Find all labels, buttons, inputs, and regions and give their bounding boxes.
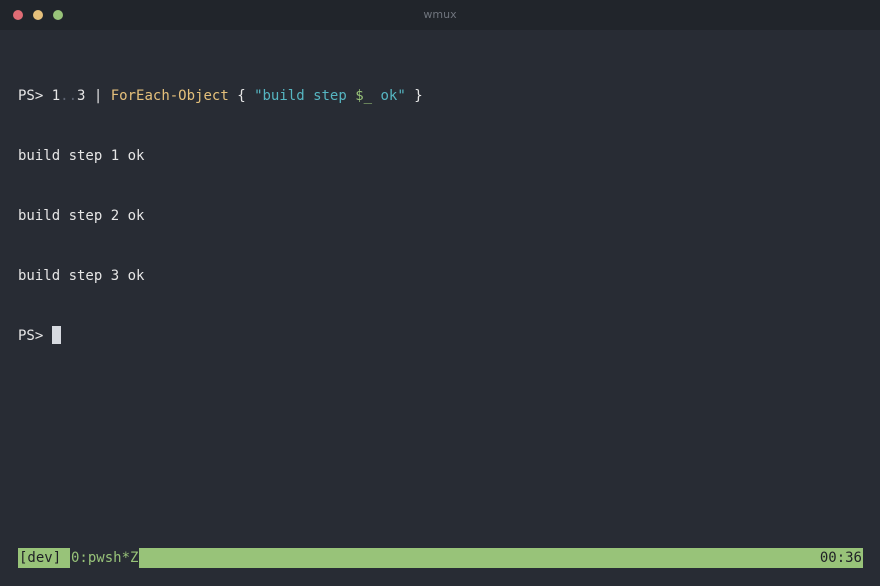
string-start: "build step [254,88,356,104]
close-brace: } [405,88,423,104]
pipeline-variable: $_ [355,88,373,104]
output-line: build step 1 ok [18,148,145,164]
text-cursor [51,326,61,344]
command-line: PS> 1..3 | ForEach-Object { "build step … [18,86,868,106]
session-name[interactable]: [dev] [18,548,63,568]
terminal-window: wmux PS> 1..3 | ForEach-Object { "build … [0,0,880,586]
output-line: build step 3 ok [18,268,145,284]
cmdlet-name: ForEach-Object [110,88,229,104]
prompt: PS> [18,328,52,344]
window-title: wmux [423,8,457,21]
string-end: ok" [372,88,406,104]
pipe-operator: | [85,88,111,104]
status-clock: 00:36 [819,550,862,566]
open-brace: { [228,88,255,104]
range-start: 1 [51,88,61,104]
status-bar: [dev] 0:pwsh*Z 00:36 [18,548,863,568]
current-prompt-line[interactable]: PS> [18,326,868,346]
output-line: build step 2 ok [18,208,145,224]
range-operator: .. [60,88,78,104]
window-list-item[interactable]: 0:pwsh*Z [70,548,140,568]
title-bar: wmux [0,0,880,30]
prompt: PS> [18,88,52,104]
terminal-pane[interactable]: PS> 1..3 | ForEach-Object { "build step … [18,46,868,386]
